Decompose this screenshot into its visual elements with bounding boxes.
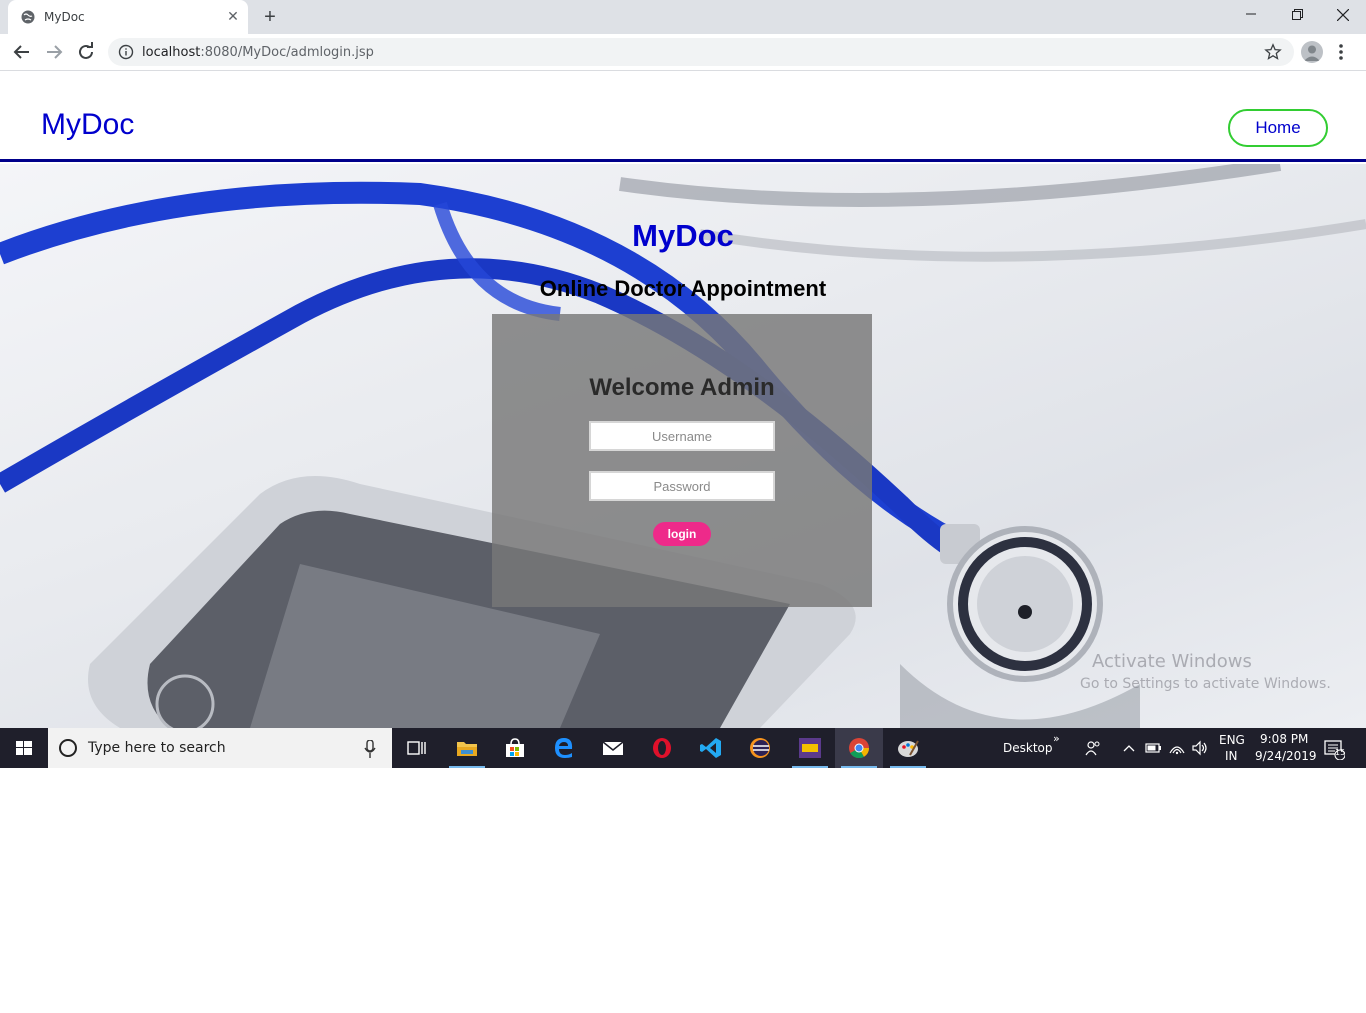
paint-palette-icon [898, 740, 919, 757]
url-path: :8080/MyDoc/admlogin.jsp [200, 45, 374, 60]
username-input[interactable] [589, 421, 775, 451]
login-button[interactable]: login [653, 522, 711, 546]
more-menu-icon[interactable] [1336, 42, 1346, 62]
edge-button[interactable] [540, 728, 588, 768]
web-page: MyDoc Home MyDoc Online Doctor Appointme… [0, 72, 1366, 728]
opera-icon [653, 738, 671, 758]
restore-icon [1291, 9, 1303, 20]
url-host: localhost [142, 45, 201, 60]
windows-logo-icon [16, 741, 32, 755]
info-icon[interactable] [118, 44, 134, 60]
vscode-button[interactable] [687, 728, 735, 768]
microphone-icon[interactable] [364, 740, 376, 758]
paint-button[interactable] [884, 728, 932, 768]
opera-button[interactable] [638, 728, 686, 768]
close-tab-icon[interactable]: ✕ [225, 8, 241, 24]
hero-subtitle: Online Doctor Appointment [539, 276, 827, 301]
store-bag-icon [506, 738, 524, 757]
person-icon [1304, 45, 1320, 61]
screen: MyDoc ✕ + localhost:8080/MyDoc/admlogin.… [0, 0, 1366, 768]
welcome-heading: Welcome Admin [589, 374, 775, 401]
close-window-button[interactable] [1320, 0, 1366, 30]
chevron-up-icon[interactable] [1120, 739, 1138, 757]
file-explorer-button[interactable] [443, 728, 491, 768]
chrome-icon [849, 738, 870, 759]
new-tab-button[interactable]: + [258, 6, 282, 28]
close-icon [1336, 8, 1350, 22]
language-indicator[interactable]: ENG [1219, 733, 1245, 747]
browser-toolbar: localhost:8080/MyDoc/admlogin.jsp [0, 34, 1366, 71]
globe-icon [21, 10, 35, 24]
store-button[interactable] [491, 728, 539, 768]
eclipse-button[interactable] [736, 728, 784, 768]
eclipse-icon [750, 738, 770, 758]
chrome-button[interactable] [835, 728, 883, 768]
game-app-button[interactable] [786, 728, 834, 768]
search-placeholder: Type here to search [88, 740, 226, 756]
login-card: Welcome Admin login [492, 314, 872, 607]
reload-icon[interactable] [74, 40, 98, 64]
desktop-toolbar-label[interactable]: Desktop [1003, 741, 1053, 755]
minimize-icon [1246, 13, 1256, 15]
vscode-icon [700, 738, 721, 758]
mail-button[interactable] [589, 728, 637, 768]
folder-icon [457, 742, 477, 756]
minimize-button[interactable] [1228, 0, 1274, 30]
activate-windows-title: Activate Windows [1092, 651, 1252, 672]
notification-count-badge: 15 [1335, 748, 1346, 757]
taskbar-search-box[interactable]: Type here to search [48, 728, 392, 768]
toolbar-overflow-chevron-icon[interactable]: » [1053, 732, 1060, 745]
back-icon[interactable] [10, 40, 34, 64]
edge-icon [555, 738, 573, 758]
tab-title: MyDoc [44, 10, 85, 24]
forward-icon[interactable] [42, 40, 66, 64]
people-icon[interactable] [1084, 739, 1102, 757]
volume-icon[interactable] [1191, 739, 1209, 757]
home-button[interactable]: Home [1228, 109, 1328, 147]
windows-taskbar: Type here to search Desktop » ENG IN 9:0… [0, 728, 1366, 768]
language-region: IN [1225, 749, 1238, 763]
url-text: localhost:8080/MyDoc/admlogin.jsp [142, 45, 374, 60]
cortana-icon [59, 739, 77, 757]
task-view-icon [407, 741, 426, 755]
clock-time[interactable]: 9:08 PM [1260, 732, 1308, 746]
clock-date: 9/24/2019 [1255, 749, 1317, 763]
task-view-button[interactable] [392, 728, 440, 768]
game-app-icon [799, 738, 821, 758]
wifi-icon[interactable] [1168, 739, 1186, 757]
profile-avatar-icon[interactable] [1301, 41, 1323, 63]
address-bar[interactable]: localhost:8080/MyDoc/admlogin.jsp [108, 38, 1294, 66]
site-header: MyDoc Home [0, 72, 1366, 162]
bookmark-star-icon[interactable] [1264, 43, 1282, 61]
start-button[interactable] [0, 728, 48, 768]
activate-windows-subtitle: Go to Settings to activate Windows. [1080, 676, 1331, 692]
battery-icon[interactable] [1144, 739, 1162, 757]
brand-logo[interactable]: MyDoc [41, 108, 134, 142]
hero-section: MyDoc Online Doctor Appointment Welcome … [0, 164, 1366, 728]
hero-title: MyDoc [632, 218, 734, 253]
browser-tab[interactable]: MyDoc ✕ [8, 0, 248, 34]
tab-strip: MyDoc ✕ + [0, 0, 1366, 34]
mail-icon [602, 741, 624, 755]
restore-button[interactable] [1274, 0, 1320, 30]
password-input[interactable] [589, 471, 775, 501]
